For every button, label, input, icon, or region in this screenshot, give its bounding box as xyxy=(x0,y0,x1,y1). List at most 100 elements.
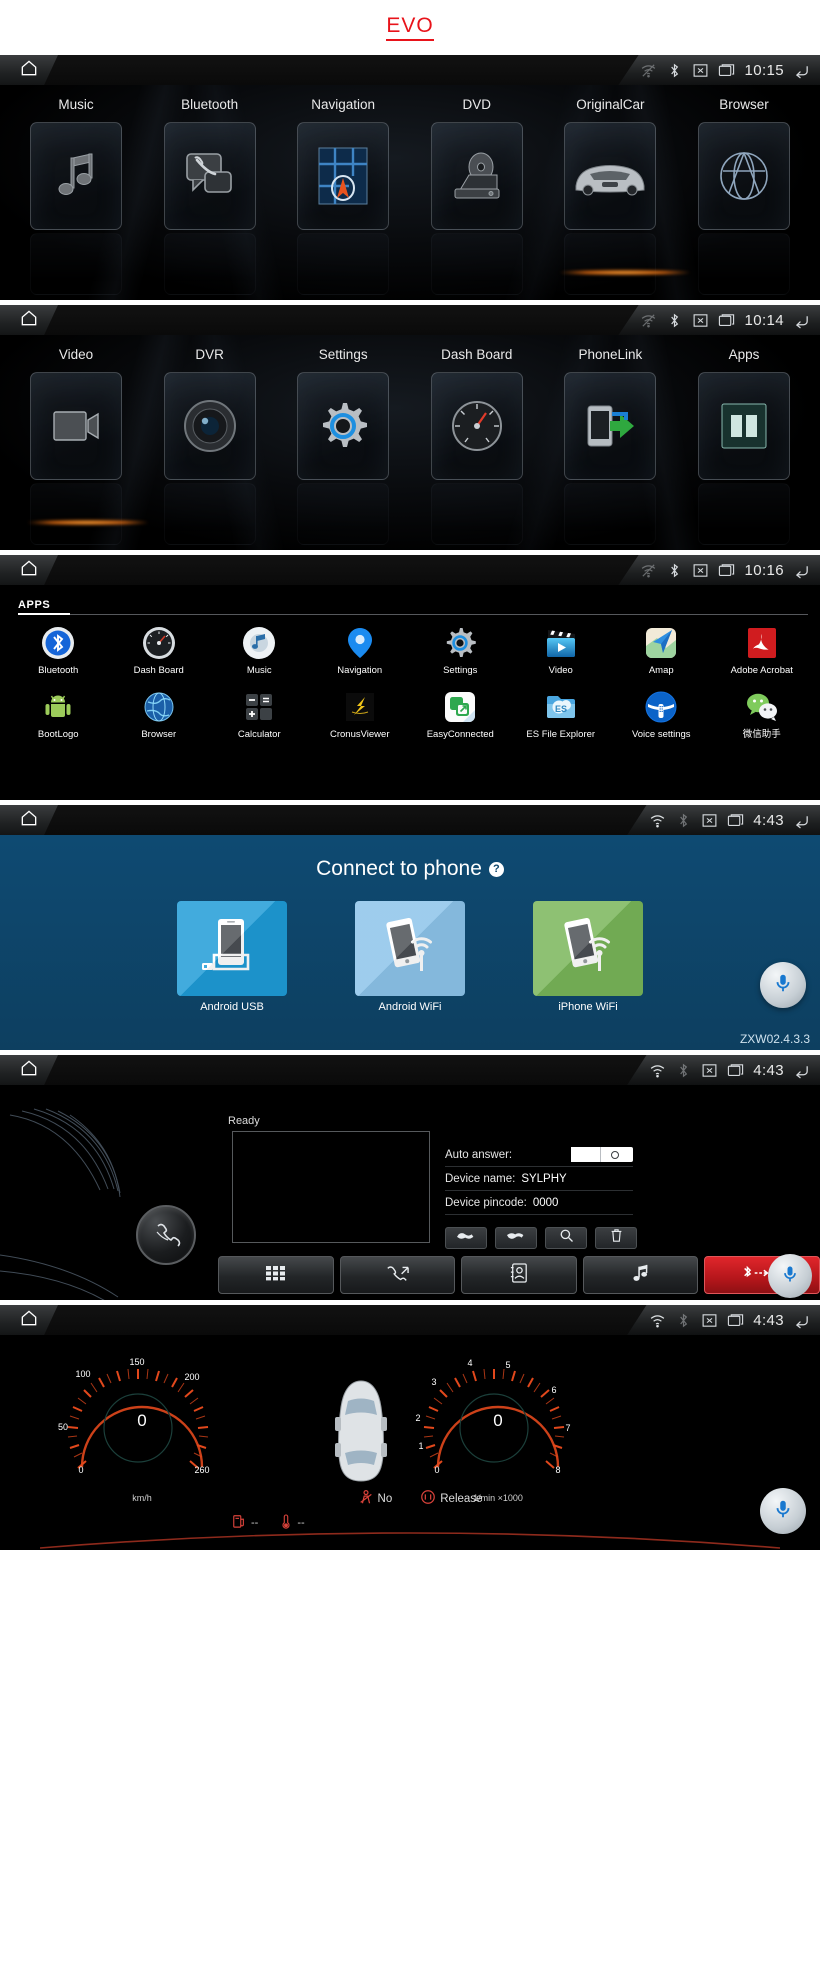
home-tile-settings[interactable]: Settings xyxy=(289,347,397,545)
back-arrow-icon[interactable] xyxy=(793,1062,810,1079)
home-tile-apps[interactable]: Apps xyxy=(690,347,798,545)
voice-assistant-button[interactable] xyxy=(760,1488,806,1534)
back-arrow-icon[interactable] xyxy=(793,1312,810,1329)
app-item-navigation[interactable]: Navigation xyxy=(310,625,411,677)
home-tile-dashboard[interactable]: Dash Board xyxy=(423,347,531,545)
voice-assistant-button[interactable] xyxy=(768,1254,812,1298)
clock: 10:16 xyxy=(744,561,784,579)
app-item-bluetooth[interactable]: Bluetooth xyxy=(8,625,109,677)
status-indicators: 10:16 xyxy=(618,555,820,585)
auto-answer-toggle[interactable] xyxy=(571,1147,633,1162)
app-item-settings[interactable]: Settings xyxy=(410,625,511,677)
clock: 10:14 xyxy=(744,311,784,329)
search-button[interactable] xyxy=(545,1227,587,1249)
back-arrow-icon[interactable] xyxy=(793,562,810,579)
app-item-cronusviewer[interactable]: CronusViewer xyxy=(310,689,411,741)
phonelink-option-android-usb[interactable]: Android USB xyxy=(177,901,287,1013)
tile-card[interactable] xyxy=(430,372,523,480)
phonelink-title: Connect to phone ? xyxy=(0,857,820,881)
app-item-calculator[interactable]: Calculator xyxy=(209,689,310,741)
home-button[interactable] xyxy=(0,1305,58,1335)
tile-card[interactable] xyxy=(430,122,523,230)
option-card[interactable] xyxy=(355,901,465,996)
home-tile-bluetooth[interactable]: Bluetooth xyxy=(156,97,264,295)
home-tile-music[interactable]: Music xyxy=(22,97,130,295)
back-arrow-icon[interactable] xyxy=(793,62,810,79)
home-button[interactable] xyxy=(0,55,58,85)
home-button[interactable] xyxy=(0,1055,58,1085)
home-tile-browser[interactable]: Browser xyxy=(690,97,798,295)
call-log-button[interactable] xyxy=(339,1256,456,1294)
tile-card[interactable] xyxy=(297,122,390,230)
option-card[interactable] xyxy=(177,901,287,996)
field-label: Auto answer: xyxy=(445,1148,513,1161)
clock: 4:43 xyxy=(753,1061,784,1079)
meter-fuel: -- xyxy=(232,1513,258,1532)
app-item-browser[interactable]: Browser xyxy=(109,689,210,741)
tile-card[interactable] xyxy=(163,372,256,480)
call-end-icon xyxy=(507,1229,525,1247)
bluetooth-music-button[interactable] xyxy=(582,1256,699,1294)
bluetooth-dial-pane[interactable] xyxy=(232,1131,430,1243)
tile-card[interactable] xyxy=(30,122,122,230)
contacts-button[interactable] xyxy=(461,1256,577,1294)
app-item-adobe-acrobat[interactable]: Adobe Acrobat xyxy=(712,625,813,677)
field-value: SYLPHY xyxy=(521,1172,567,1185)
phonelink-option-iphone-wifi[interactable]: iPhone WiFi xyxy=(533,901,643,1013)
home-tile-phonelink[interactable]: PhoneLink xyxy=(556,347,664,545)
tile-card[interactable] xyxy=(697,122,790,230)
back-arrow-icon[interactable] xyxy=(793,312,810,329)
home-tile-dvd[interactable]: DVD xyxy=(423,97,531,295)
meter-label: -- xyxy=(297,1516,305,1529)
bluetooth-icon xyxy=(675,1312,692,1329)
app-item-easyconnected[interactable]: EasyConnected xyxy=(410,689,511,741)
bluetooth-app-icon xyxy=(40,625,76,661)
app-item-amap[interactable]: Amap xyxy=(611,625,712,677)
phonelink-options: Android USB Android WiFi iPhone WiFi xyxy=(0,901,820,1013)
tile-card[interactable] xyxy=(297,372,390,480)
svg-text:260: 260 xyxy=(194,1465,209,1475)
home-button[interactable] xyxy=(0,305,58,335)
tile-label: Music xyxy=(58,97,94,112)
home-button[interactable] xyxy=(0,805,58,835)
app-item-video[interactable]: Video xyxy=(511,625,612,677)
home-tile-dvr[interactable]: DVR xyxy=(156,347,264,545)
globe-icon xyxy=(715,147,773,205)
app-item-music[interactable]: Music xyxy=(209,625,310,677)
app-item-es-file-explorer[interactable]: ES ES File Explorer xyxy=(511,689,612,741)
tile-label: Video xyxy=(58,347,94,362)
home-tile-navigation[interactable]: Navigation xyxy=(289,97,397,295)
gauge-speedometer: 0 50 100 150 200 260 0 km/h xyxy=(52,1349,232,1503)
tile-card[interactable] xyxy=(564,122,657,230)
tile-reflection xyxy=(564,483,657,545)
voice-assistant-button[interactable] xyxy=(760,962,806,1008)
tile-card[interactable] xyxy=(163,122,256,230)
tile-card[interactable] xyxy=(697,372,790,480)
home-button[interactable] xyxy=(0,555,58,585)
bluetooth-dial-button[interactable] xyxy=(136,1205,196,1265)
speedometer-icon xyxy=(448,397,506,455)
option-card[interactable] xyxy=(533,901,643,996)
app-item-voice-settings[interactable]: Voice settings xyxy=(611,689,712,741)
app-label: Video xyxy=(548,665,573,676)
tile-card[interactable] xyxy=(564,372,657,480)
phonelink-option-android-wifi[interactable]: Android WiFi xyxy=(355,901,465,1013)
svg-text:8: 8 xyxy=(555,1465,560,1475)
app-item-dash-board[interactable]: Dash Board xyxy=(109,625,210,677)
clock: 4:43 xyxy=(753,1311,784,1329)
app-item-bootlogo[interactable]: BootLogo xyxy=(8,689,109,741)
tile-card[interactable] xyxy=(30,372,122,480)
home-tile-video[interactable]: Video xyxy=(22,347,130,545)
app-item-wechat-assistant[interactable]: 微信助手 xyxy=(712,689,813,741)
phone-handset-icon xyxy=(183,150,237,202)
home-tile-originalcar[interactable]: OriginalCar xyxy=(556,97,664,295)
delete-button[interactable] xyxy=(595,1227,637,1249)
keypad-button[interactable] xyxy=(218,1256,334,1294)
call-answer-button[interactable] xyxy=(445,1227,487,1249)
bluetooth-status: Ready xyxy=(228,1115,260,1127)
call-end-button[interactable] xyxy=(495,1227,537,1249)
microphone-icon xyxy=(780,1264,800,1289)
back-arrow-icon[interactable] xyxy=(793,812,810,829)
help-icon[interactable]: ? xyxy=(488,861,504,877)
globe-app-icon xyxy=(141,689,177,725)
